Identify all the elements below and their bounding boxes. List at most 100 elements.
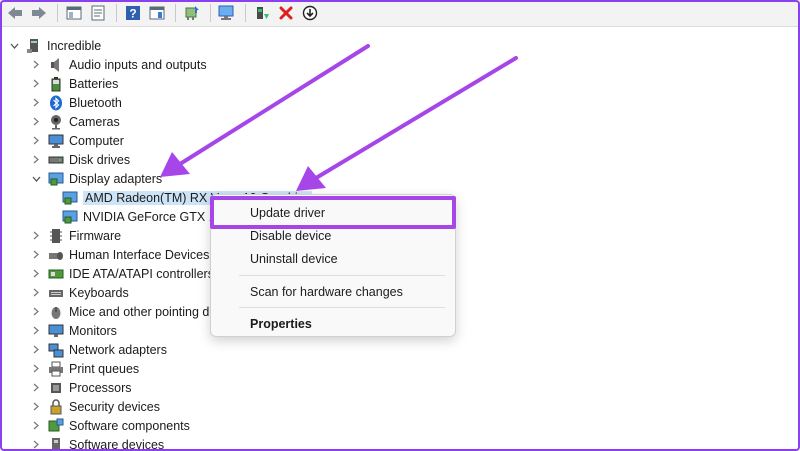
update-driver-icon[interactable] xyxy=(181,2,203,24)
properties-icon[interactable] xyxy=(87,2,109,24)
back-icon[interactable] xyxy=(4,2,26,24)
tree-item-batteries[interactable]: Batteries xyxy=(30,74,118,93)
display-adapter-icon xyxy=(62,209,78,225)
hid-icon xyxy=(48,247,64,263)
tree-item-display-adapters[interactable]: Display adapters xyxy=(30,169,162,188)
network-adapter-icon xyxy=(48,342,64,358)
menu-item-properties[interactable]: Properties xyxy=(211,313,455,335)
tree-item-keyboards[interactable]: Keyboards xyxy=(30,283,129,302)
menu-item-uninstall-device[interactable]: Uninstall device xyxy=(211,248,455,270)
menu-item-scan-hardware[interactable]: Scan for hardware changes xyxy=(211,281,455,303)
tree-item-audio[interactable]: Audio inputs and outputs xyxy=(30,55,207,74)
download-icon[interactable] xyxy=(299,2,321,24)
computer-root-icon xyxy=(26,38,42,54)
tree-item-label: Human Interface Devices xyxy=(69,247,210,262)
update-driver-highlight-box xyxy=(210,196,456,229)
chevron-right-icon[interactable] xyxy=(30,382,42,394)
tree-item-label: Batteries xyxy=(69,76,119,91)
security-device-icon xyxy=(48,398,64,415)
enable-device-icon[interactable] xyxy=(251,2,273,24)
uninstall-icon[interactable] xyxy=(275,2,297,24)
tree-item-label: Software components xyxy=(69,418,190,433)
tree-item-software-components[interactable]: Software components xyxy=(30,416,190,435)
chevron-right-icon[interactable] xyxy=(30,420,42,432)
tree-item-label: Processors xyxy=(69,380,132,395)
chevron-right-icon[interactable] xyxy=(30,287,42,299)
action-pane-icon[interactable] xyxy=(146,2,168,24)
chevron-right-icon[interactable] xyxy=(30,268,42,280)
tree-item-label: Cameras xyxy=(69,114,120,129)
computer-icon xyxy=(48,133,64,149)
firmware-icon xyxy=(48,228,64,244)
tree-root[interactable]: Incredible xyxy=(8,36,101,55)
tree-item-network-adapters[interactable]: Network adapters xyxy=(30,340,167,359)
chevron-right-icon[interactable] xyxy=(30,59,42,71)
toolbar-separator xyxy=(116,4,117,22)
monitor-icon xyxy=(48,323,64,339)
disk-drive-icon xyxy=(48,152,64,168)
chevron-right-icon[interactable] xyxy=(30,363,42,375)
svg-text:?: ? xyxy=(129,7,136,21)
mouse-icon xyxy=(48,304,64,320)
ide-controller-icon xyxy=(48,266,64,282)
help-icon[interactable]: ? xyxy=(122,2,144,24)
tree-item-label: Computer xyxy=(69,133,124,148)
keyboard-icon xyxy=(48,285,64,301)
tree-item-security-devices[interactable]: Security devices xyxy=(30,397,160,416)
tree-item-cameras[interactable]: Cameras xyxy=(30,112,120,131)
tree-item-disk-drives[interactable]: Disk drives xyxy=(30,150,130,169)
chevron-right-icon[interactable] xyxy=(30,439,42,451)
tree-item-print-queues[interactable]: Print queues xyxy=(30,359,139,378)
chevron-right-icon[interactable] xyxy=(30,401,42,413)
chevron-right-icon[interactable] xyxy=(30,97,42,109)
toolbar-separator xyxy=(210,4,211,22)
tree-root-label: Incredible xyxy=(47,38,102,53)
camera-icon xyxy=(48,114,64,130)
battery-icon xyxy=(48,76,64,92)
tree-item-label: IDE ATA/ATAPI controllers xyxy=(69,266,214,281)
menu-separator xyxy=(239,275,445,276)
tree-item-label: Network adapters xyxy=(69,342,167,357)
tree-item-monitors[interactable]: Monitors xyxy=(30,321,117,340)
tree-item-label: Print queues xyxy=(69,361,140,376)
tree-item-label: Bluetooth xyxy=(69,95,122,110)
toolbar-separator xyxy=(175,4,176,22)
tree-item-label: Keyboards xyxy=(69,285,129,300)
software-device-icon xyxy=(48,437,64,451)
chevron-right-icon[interactable] xyxy=(30,306,42,318)
forward-icon[interactable] xyxy=(28,2,50,24)
tree-item-hid[interactable]: Human Interface Devices xyxy=(30,245,209,264)
chevron-right-icon[interactable] xyxy=(30,116,42,128)
tree-item-firmware[interactable]: Firmware xyxy=(30,226,121,245)
chevron-right-icon[interactable] xyxy=(30,344,42,356)
toolbar-separator xyxy=(57,4,58,22)
display-adapter-icon xyxy=(48,171,64,187)
menu-separator xyxy=(239,307,445,308)
tree-item-label: Software devices xyxy=(69,437,165,451)
toolbar-separator xyxy=(245,4,246,22)
tree-item-software-devices[interactable]: Software devices xyxy=(30,435,164,451)
tree-item-computer[interactable]: Computer xyxy=(30,131,124,150)
chevron-right-icon[interactable] xyxy=(30,154,42,166)
tree-item-label: Disk drives xyxy=(69,152,131,167)
tree-item-label: Firmware xyxy=(69,228,122,243)
tree-item-ide[interactable]: IDE ATA/ATAPI controllers xyxy=(30,264,214,283)
chevron-down-icon[interactable] xyxy=(8,40,20,52)
chevron-right-icon[interactable] xyxy=(30,230,42,242)
chevron-right-icon[interactable] xyxy=(30,325,42,337)
bluetooth-icon xyxy=(48,95,64,111)
chevron-right-icon[interactable] xyxy=(30,78,42,90)
tree-item-label: Security devices xyxy=(69,399,161,414)
chevron-down-icon[interactable] xyxy=(30,173,42,185)
speaker-icon xyxy=(48,57,64,73)
tree-item-processors[interactable]: Processors xyxy=(30,378,132,397)
software-component-icon xyxy=(48,418,64,434)
tree-item-label: Audio inputs and outputs xyxy=(69,57,207,72)
chevron-right-icon[interactable] xyxy=(30,249,42,261)
toolbar: ? xyxy=(0,0,800,27)
show-hide-console-tree-icon[interactable] xyxy=(63,2,85,24)
tree-item-bluetooth[interactable]: Bluetooth xyxy=(30,93,122,112)
printer-icon xyxy=(48,361,64,377)
scan-hardware-icon[interactable] xyxy=(216,2,238,24)
chevron-right-icon[interactable] xyxy=(30,135,42,147)
